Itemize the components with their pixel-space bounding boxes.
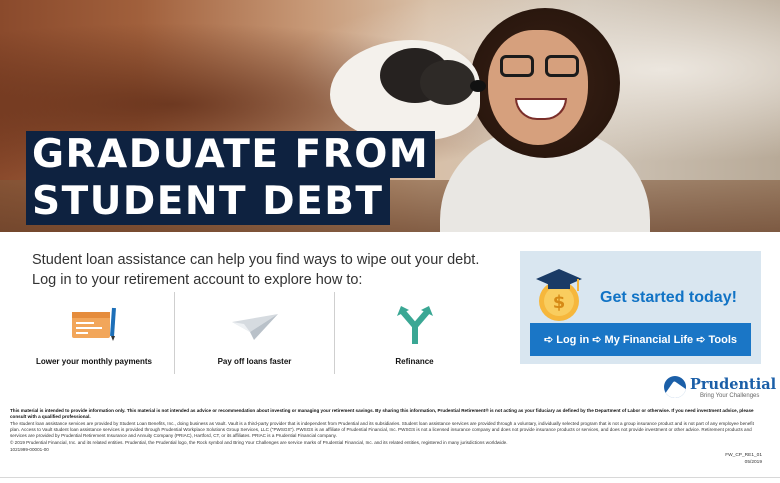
- svg-text:$: $: [553, 292, 566, 313]
- document-codes: FW_CP_RE1_01 05/2019: [700, 452, 762, 466]
- disclaimer-bold: This material is intended to provide inf…: [10, 408, 754, 419]
- logo-tagline: Bring Your Challenges: [700, 393, 760, 399]
- intro-text: Student loan assistance can help you fin…: [32, 250, 502, 290]
- cta-title: Get started today!: [600, 289, 737, 306]
- benefit-label: Refinance: [395, 357, 434, 366]
- benefit-lower-payments: Lower your monthly payments: [14, 292, 174, 374]
- paper-plane-icon: [230, 306, 280, 347]
- rock-icon: [664, 376, 686, 398]
- login-button[interactable]: ➪ Log in ➪ My Financial Life ➪ Tools: [530, 323, 751, 356]
- logo-name: Prudential: [690, 376, 777, 393]
- code-left: 1021999-00001-00: [10, 447, 49, 452]
- hero-dog-patch: [420, 60, 475, 105]
- graduation-coin-icon: $: [534, 267, 584, 321]
- prudential-logo: Prudential Bring Your Challenges: [662, 374, 776, 404]
- headline-line-2: STUDENT DEBT: [26, 178, 390, 225]
- disclaimer-body: The student loan assistance services are…: [10, 421, 754, 438]
- glasses-right: [545, 55, 579, 77]
- benefit-label: Pay off loans faster: [217, 357, 292, 366]
- copyright-text: © 2019 Prudential Financial, Inc. and it…: [10, 440, 508, 445]
- date-right: 05/2019: [744, 460, 762, 465]
- headline-line-1: GRADUATE FROM: [26, 131, 436, 178]
- split-arrow-icon: [395, 306, 435, 351]
- hero-dog-nose: [470, 80, 486, 92]
- headline: GRADUATE FROM STUDENT DEBT: [26, 131, 436, 225]
- benefit-pay-faster: Pay off loans faster: [174, 292, 334, 374]
- legal-disclaimer: This material is intended to provide inf…: [10, 408, 765, 454]
- bottom-divider: [0, 477, 780, 478]
- intro-line-1: Student loan assistance can help you fin…: [32, 252, 480, 268]
- benefit-refinance: Refinance: [334, 292, 494, 374]
- hero-woman-face: [488, 30, 588, 145]
- code-right: FW_CP_RE1_01: [725, 453, 762, 458]
- cta-panel: $ Get started today! ➪ Log in ➪ My Finan…: [520, 251, 761, 364]
- benefits-row: Lower your monthly payments Pay off loan…: [14, 292, 494, 374]
- glasses-left: [500, 55, 534, 77]
- benefit-label: Lower your monthly payments: [35, 357, 153, 366]
- checkbook-icon: [70, 306, 118, 347]
- hero-image: GRADUATE FROM STUDENT DEBT: [0, 0, 780, 232]
- intro-line-2: Log in to your retirement account to exp…: [32, 272, 363, 288]
